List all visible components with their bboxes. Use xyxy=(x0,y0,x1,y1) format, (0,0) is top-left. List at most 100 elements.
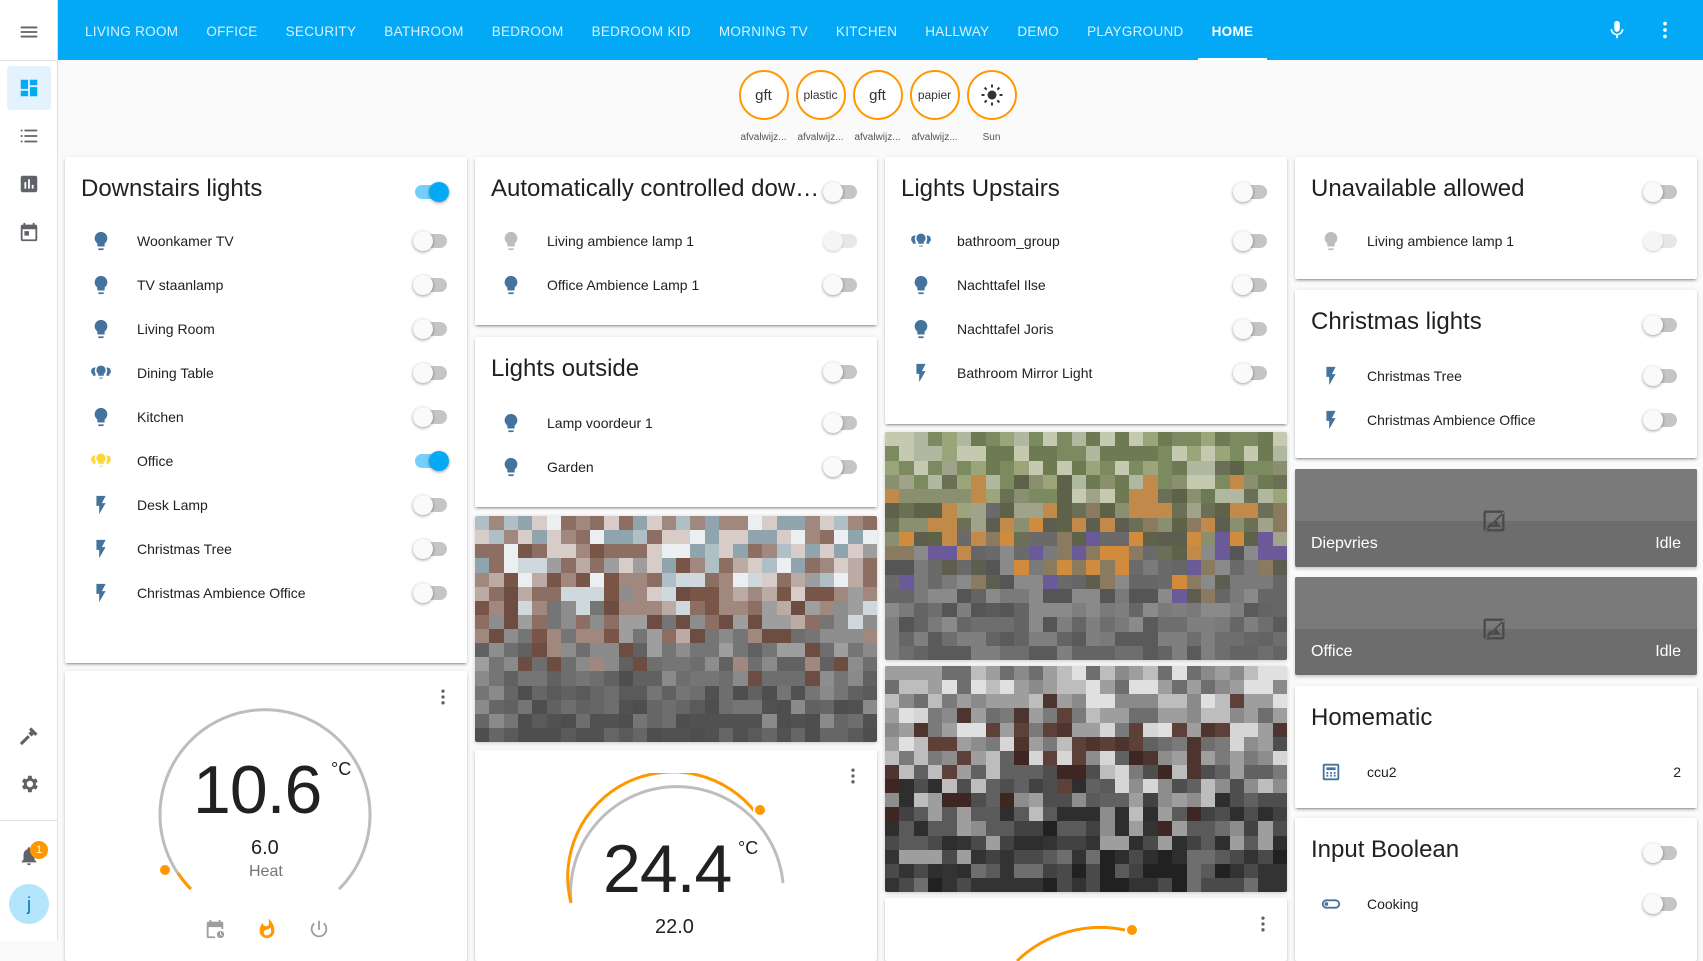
entity-row[interactable]: TV staanlamp xyxy=(81,265,223,305)
entity-value: 2 xyxy=(1673,764,1681,780)
entity-row[interactable]: Nachttafel Joris xyxy=(901,309,1053,349)
tab-playground[interactable]: PLAYGROUND xyxy=(1073,0,1198,60)
menu-icon[interactable] xyxy=(7,10,51,54)
header-toggle[interactable] xyxy=(823,362,859,382)
header-toggle[interactable] xyxy=(413,182,449,202)
state-badge[interactable]: plastic afvalwijz... xyxy=(795,70,846,143)
entity-toggle[interactable] xyxy=(1643,894,1679,914)
entity-row[interactable]: Christmas Ambience Office xyxy=(81,573,306,613)
sensor-card-office[interactable]: Office Idle xyxy=(1295,577,1697,675)
tab-security[interactable]: SECURITY xyxy=(272,0,371,60)
entities-card-downstairs-lights: Downstairs lights Woonkamer TV TV staanla… xyxy=(65,157,467,663)
logbook-icon[interactable] xyxy=(7,114,51,158)
entity-row[interactable]: Woonkamer TV xyxy=(81,221,234,261)
state-badge[interactable]: gft afvalwijz... xyxy=(738,70,789,143)
tab-morning-tv[interactable]: MORNING TV xyxy=(705,0,822,60)
more-info-icon[interactable] xyxy=(431,685,455,709)
flame-icon[interactable] xyxy=(256,918,280,942)
tab-bedroom[interactable]: BEDROOM xyxy=(478,0,578,60)
entity-toggle[interactable] xyxy=(823,275,859,295)
badge-value: gft xyxy=(852,70,903,120)
history-icon[interactable] xyxy=(7,162,51,206)
entity-row[interactable]: bathroom_group xyxy=(901,221,1060,261)
camera-image-indoor[interactable] xyxy=(885,666,1287,892)
header-toggle[interactable] xyxy=(823,182,859,202)
entity-toggle[interactable] xyxy=(413,319,449,339)
entity-row[interactable]: Office Ambience Lamp 1 xyxy=(491,265,699,305)
entity-row[interactable]: Office xyxy=(81,441,173,481)
flash-icon xyxy=(1311,356,1351,396)
entity-toggle[interactable] xyxy=(413,275,449,295)
settings-icon[interactable] xyxy=(7,762,51,806)
entity-toggle[interactable] xyxy=(1233,319,1269,339)
entity-row[interactable]: Bathroom Mirror Light xyxy=(901,353,1092,393)
entity-row[interactable]: Nachttafel Ilse xyxy=(901,265,1046,305)
tab-bathroom[interactable]: BATHROOM xyxy=(370,0,477,60)
state-badge[interactable]: gft afvalwijz... xyxy=(852,70,903,143)
entity-toggle[interactable] xyxy=(1643,410,1679,430)
entity-row[interactable]: ccu2 2 xyxy=(1311,752,1681,792)
entity-row[interactable]: Christmas Tree xyxy=(81,529,232,569)
schedule-icon[interactable] xyxy=(204,918,228,942)
entity-toggle[interactable] xyxy=(823,231,859,251)
header-toggle[interactable] xyxy=(1643,315,1679,335)
tab-bedroom-kid[interactable]: BEDROOM KID xyxy=(578,0,705,60)
thermostat-card: 24.4 °C 22.0 xyxy=(475,750,877,961)
entity-row[interactable]: Garden xyxy=(491,447,594,487)
tab-hallway[interactable]: HALLWAY xyxy=(911,0,1003,60)
camera-image-front[interactable] xyxy=(475,516,877,742)
notification-count-badge: 1 xyxy=(30,841,48,859)
entity-name: Living Room xyxy=(137,321,215,337)
entity-toggle[interactable] xyxy=(413,539,449,559)
tab-kitchen[interactable]: KITCHEN xyxy=(822,0,911,60)
sensor-card-diepvries[interactable]: Diepvries Idle xyxy=(1295,469,1697,567)
header-toggle[interactable] xyxy=(1233,182,1269,202)
tab-home[interactable]: HOME xyxy=(1197,0,1268,60)
tab-demo[interactable]: DEMO xyxy=(1003,0,1073,60)
entity-toggle[interactable] xyxy=(1233,275,1269,295)
entity-toggle[interactable] xyxy=(823,413,859,433)
more-info-icon[interactable] xyxy=(841,764,865,788)
camera-image-garden[interactable] xyxy=(885,432,1287,660)
entity-toggle[interactable] xyxy=(413,231,449,251)
developer-tools-icon[interactable] xyxy=(7,714,51,758)
entity-row[interactable]: Lamp voordeur 1 xyxy=(491,403,653,443)
sensor-name: Office xyxy=(1311,643,1353,660)
entity-name: Cooking xyxy=(1367,896,1419,912)
avatar[interactable]: j xyxy=(9,884,49,924)
state-badge[interactable]: Sun xyxy=(966,70,1017,143)
entity-toggle[interactable] xyxy=(413,363,449,383)
dashboard-icon[interactable] xyxy=(7,66,51,110)
entity-row[interactable]: Living ambience lamp 1 xyxy=(1311,221,1514,261)
header-toggle[interactable] xyxy=(1643,182,1679,202)
entity-row[interactable]: Living ambience lamp 1 xyxy=(491,221,694,261)
microphone-icon[interactable] xyxy=(1605,18,1629,42)
entity-row[interactable]: Living Room xyxy=(81,309,215,349)
state-badge[interactable]: papier afvalwijz... xyxy=(909,70,960,143)
entity-row[interactable]: Desk Lamp xyxy=(81,485,208,525)
entity-row[interactable]: Dining Table xyxy=(81,353,214,393)
calendar-icon[interactable] xyxy=(7,210,51,254)
header-toggle[interactable] xyxy=(1643,843,1679,863)
entity-row[interactable]: Christmas Tree xyxy=(1311,356,1462,396)
entity-toggle[interactable] xyxy=(413,451,449,471)
entity-toggle[interactable] xyxy=(413,583,449,603)
lightbulb-icon xyxy=(81,265,121,305)
entity-row[interactable]: Cooking xyxy=(1311,884,1418,924)
entity-toggle[interactable] xyxy=(1643,231,1679,251)
power-icon[interactable] xyxy=(308,918,332,942)
entity-toggle[interactable] xyxy=(413,495,449,515)
entity-toggle[interactable] xyxy=(1643,366,1679,386)
entity-row[interactable]: Christmas Ambience Office xyxy=(1311,400,1536,440)
entity-toggle[interactable] xyxy=(1233,231,1269,251)
thermostat-dial[interactable] xyxy=(1015,918,1175,961)
entity-toggle[interactable] xyxy=(823,457,859,477)
entity-toggle[interactable] xyxy=(1233,363,1269,383)
more-info-icon[interactable] xyxy=(1251,912,1275,936)
overflow-menu-icon[interactable] xyxy=(1653,18,1677,42)
tab-living-room[interactable]: LIVING ROOM xyxy=(71,0,192,60)
tab-office[interactable]: OFFICE xyxy=(192,0,271,60)
entity-toggle[interactable] xyxy=(413,407,449,427)
badge-value: papier xyxy=(909,70,960,120)
entity-row[interactable]: Kitchen xyxy=(81,397,184,437)
